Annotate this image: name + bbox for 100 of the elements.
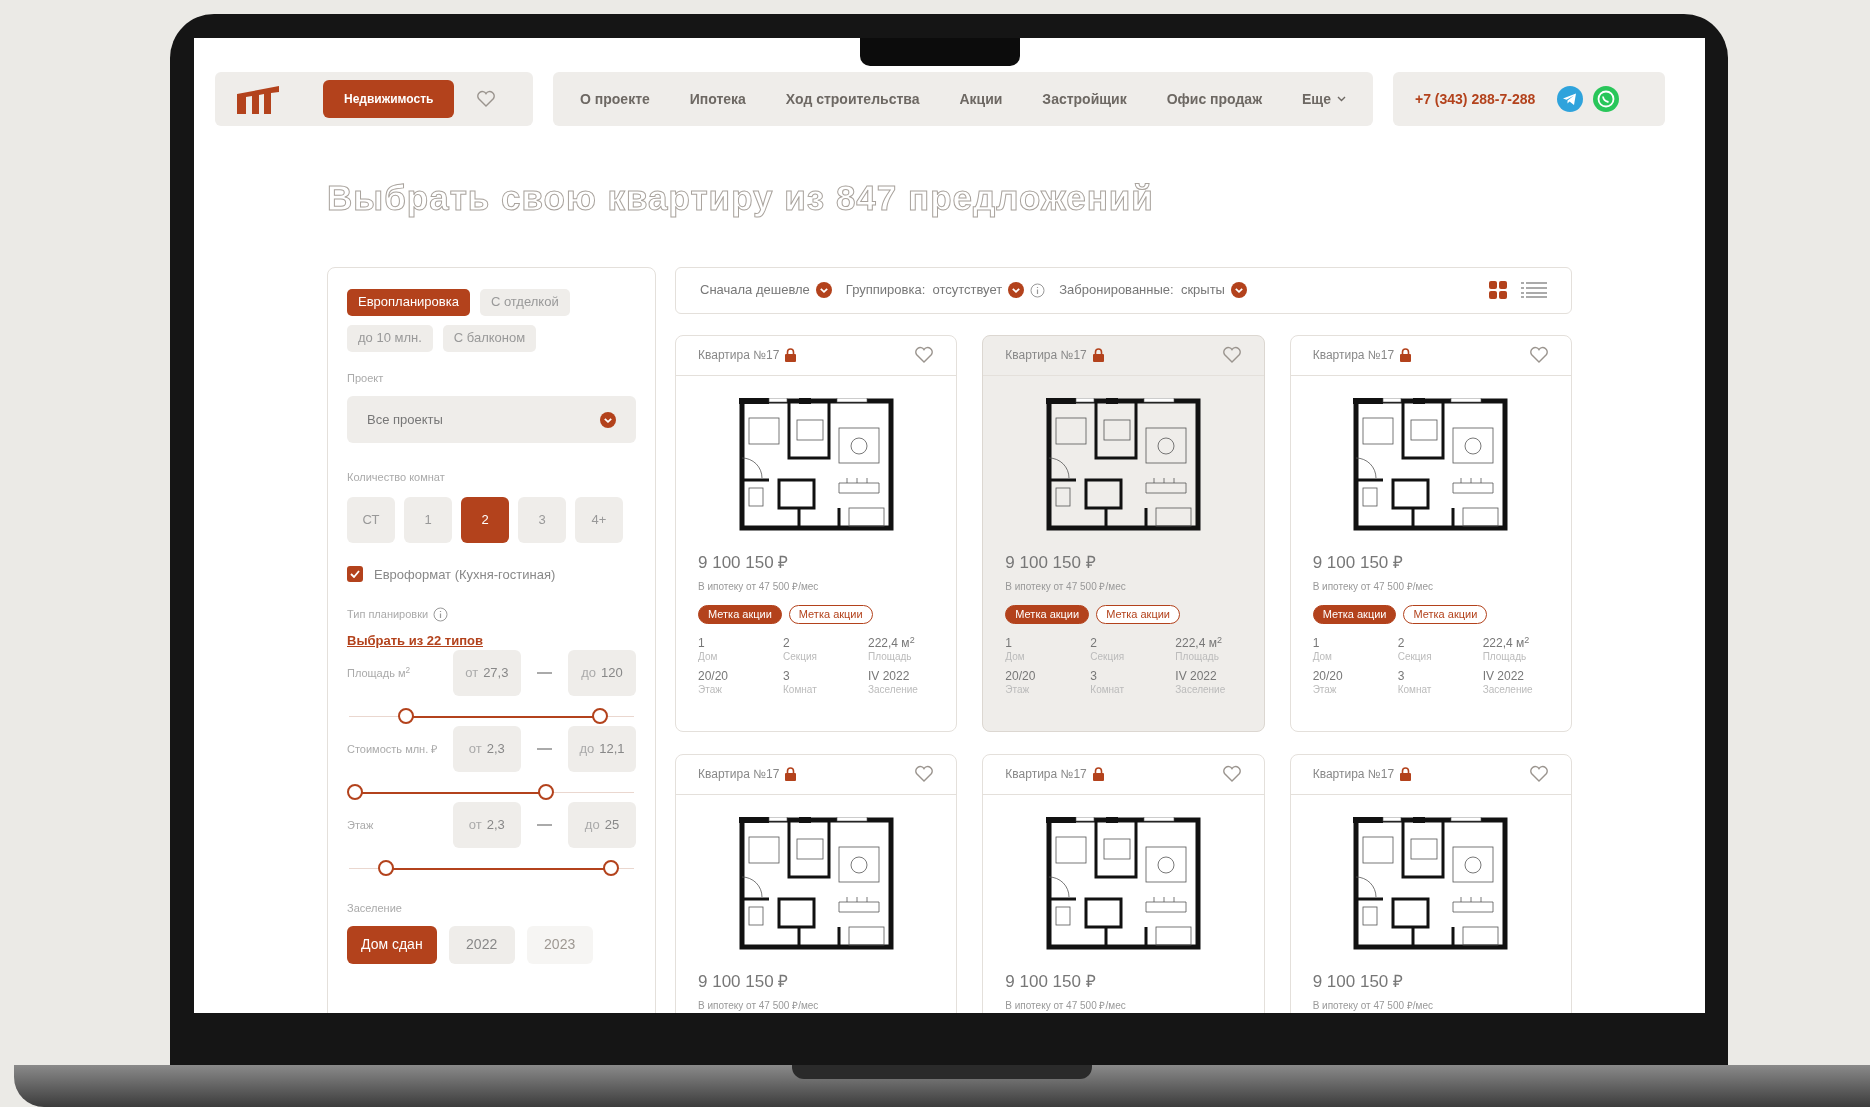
spec-label: Дом <box>1312 650 1333 663</box>
mortgage-text: В ипотеку от 47 500 ₽/мес <box>698 580 820 594</box>
telegram-button[interactable] <box>1557 86 1584 112</box>
lock-icon <box>785 767 797 781</box>
filter-chip[interactable]: до 10 млн. <box>347 324 433 352</box>
spec-value: 3 <box>1090 669 1098 683</box>
heart-icon <box>1221 765 1242 783</box>
price: 9 100 150 ₽ <box>1312 551 1404 574</box>
range-to-field[interactable]: до 12,1 <box>568 726 636 772</box>
checkbox[interactable] <box>347 566 363 583</box>
price: 9 100 150 ₽ <box>1005 970 1097 993</box>
promo-tag: Метка акции <box>1005 605 1090 624</box>
favorites-button[interactable] <box>476 90 497 108</box>
nav-link[interactable]: Акции <box>959 88 1003 110</box>
promo-tag: Метка акции <box>788 605 873 624</box>
grid-view-icon <box>1489 281 1507 299</box>
spec-value: 222,4 м$^{2}$ <box>868 636 916 650</box>
mortgage-text: В ипотеку от 47 500 ₽/мес <box>1312 999 1435 1013</box>
room-option[interactable]: 2 <box>461 496 509 543</box>
range-to-field[interactable]: до 120 <box>568 650 636 696</box>
range-from-field[interactable]: от 2,3 <box>452 726 521 772</box>
field-label: Заселение <box>347 901 403 916</box>
filter-chip[interactable]: С балконом <box>442 324 537 352</box>
favorite-button[interactable] <box>1529 765 1549 783</box>
favorite-button[interactable] <box>914 346 935 364</box>
apartment-card[interactable]: Квартира №17 9 100 150 ₽ В ипотеку от 47 500 ₽/мес Метка акции Метка акции 1 Дом 2 Секция 222,4 м$^{2}$ Площадь 20/20 Этаж 3 Комнат IV 2022 Заселение <box>675 334 958 732</box>
range-from-field[interactable]: от 2,3 <box>452 802 521 848</box>
project-select[interactable]: Все проекты <box>347 396 636 443</box>
settlement-option[interactable]: Дом сдан <box>347 925 437 964</box>
apartment-card[interactable]: Квартира №17 9 100 150 ₽ В ипотеку от 47 500 ₽/мес <box>1289 753 1572 1013</box>
room-option[interactable]: 3 <box>518 496 566 543</box>
nav-link[interactable]: Офис продаж <box>1166 88 1263 110</box>
room-option[interactable]: 4+ <box>575 496 623 543</box>
spec-label: Секция <box>783 650 818 663</box>
nav-link[interactable]: Ипотека <box>689 88 746 110</box>
range-slider[interactable] <box>349 784 634 802</box>
view-toggle[interactable] <box>1489 281 1507 299</box>
spec-value: 3 <box>783 669 791 683</box>
range-slider[interactable] <box>349 860 634 878</box>
slider-thumb[interactable] <box>591 708 608 724</box>
paper-plane-icon <box>1557 86 1584 112</box>
slider-thumb[interactable] <box>378 860 395 876</box>
spec-label: Этаж <box>1312 683 1338 696</box>
card-title: Квартира №17 <box>1005 766 1087 783</box>
spec-value: 2 <box>1397 636 1406 650</box>
favorite-button[interactable] <box>1529 346 1549 364</box>
spec-label: Заселение <box>1482 683 1534 696</box>
spec-label: Секция <box>1397 650 1433 663</box>
filter-chip[interactable]: Европланировка <box>347 288 470 316</box>
heart-icon <box>1221 346 1242 364</box>
apartment-card[interactable]: Квартира №17 9 100 150 ₽ В ипотеку от 47 500 ₽/мес <box>982 753 1265 1013</box>
list-view-icon <box>1521 281 1547 299</box>
more-menu-button[interactable]: Еще <box>1302 88 1346 110</box>
checkmark-icon <box>350 570 360 579</box>
phone-link[interactable]: +7 (343) 288-7-288 <box>1415 88 1536 110</box>
room-option[interactable]: СТ <box>347 496 395 543</box>
slider-thumb[interactable] <box>398 708 414 724</box>
card-title: Квартира №17 <box>698 766 780 783</box>
filter-chip[interactable]: С отделкой <box>479 288 570 316</box>
sort-dropdown[interactable]: Сначала дешевле <box>700 280 832 300</box>
spec-label: Площадь <box>868 650 913 663</box>
spec-label: Этаж <box>698 683 723 696</box>
layout-types-link[interactable]: Выбрать из 22 типов <box>347 630 483 650</box>
field-label: Тип планировки <box>347 607 429 622</box>
dropdown-chevron-icon <box>600 411 616 428</box>
page-title: Выбрать свою квартиру из 847 предложений <box>327 177 1155 220</box>
range-slider[interactable] <box>349 708 634 726</box>
promo-tag: Метка акции <box>1096 605 1180 624</box>
heart-icon <box>914 346 935 364</box>
favorite-button[interactable] <box>1221 765 1242 783</box>
realty-button[interactable]: Недвижимость <box>323 80 455 118</box>
range-to-field[interactable]: до 25 <box>568 802 636 848</box>
spec-value: IV 2022 <box>1482 669 1526 683</box>
slider-thumb[interactable] <box>537 784 554 800</box>
price: 9 100 150 ₽ <box>698 970 790 993</box>
card-title: Квартира №17 <box>1005 347 1087 364</box>
slider-thumb[interactable] <box>603 860 620 876</box>
checkbox-label: Евроформат (Кухня-гостиная) <box>374 565 556 584</box>
range-from-field[interactable]: от 27,3 <box>452 650 521 696</box>
slider-thumb[interactable] <box>346 784 363 800</box>
lock-icon <box>785 348 797 362</box>
spec-value: IV 2022 <box>1175 669 1218 683</box>
sort-dropdown[interactable]: Группировка: отсутствует <box>845 280 1046 300</box>
spec-value: 1 <box>1312 636 1321 650</box>
view-toggle[interactable] <box>1521 281 1547 299</box>
field-label: Стоимость млн. ₽ <box>347 741 439 757</box>
favorite-button[interactable] <box>1221 346 1242 364</box>
nav-link[interactable]: О проекте <box>580 88 650 110</box>
spec-value: 222,4 м$^{2}$ <box>1175 636 1223 650</box>
apartment-card[interactable]: Квартира №17 9 100 150 ₽ В ипотеку от 47 500 ₽/мес Метка акции Метка акции 1 Дом 2 Секция 222,4 м$^{2}$ Площадь 20/20 Этаж 3 Комнат IV 2022 Заселение <box>1289 334 1572 732</box>
apartment-card[interactable]: Квартира №17 9 100 150 ₽ В ипотеку от 47 500 ₽/мес <box>675 753 958 1013</box>
dropdown-chevron-icon <box>1008 282 1025 298</box>
nav-link[interactable]: Застройщик <box>1042 88 1127 110</box>
sort-dropdown[interactable]: Забронированные: скрыты <box>1059 280 1247 300</box>
spec-label: Площадь <box>1482 650 1528 663</box>
nav-link[interactable]: Ход строительства <box>785 88 920 110</box>
heart-icon <box>1529 346 1549 364</box>
favorite-button[interactable] <box>914 765 935 783</box>
settlement-option[interactable]: 2022 <box>448 925 515 964</box>
room-option[interactable]: 1 <box>404 496 452 543</box>
